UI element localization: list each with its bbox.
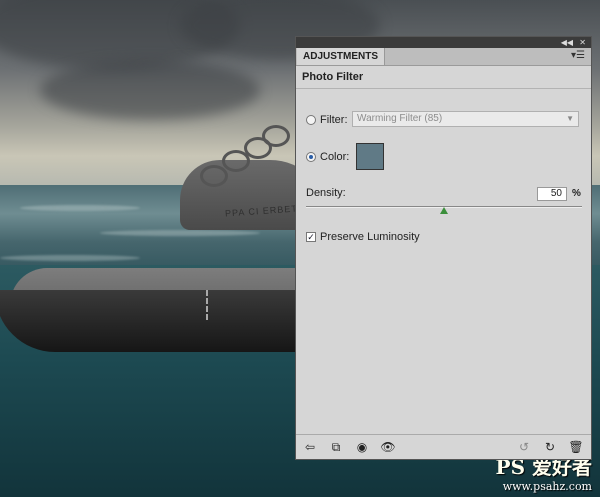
filter-label: Filter: <box>320 114 348 126</box>
wave <box>20 205 140 211</box>
watermark-url: www.psahz.com <box>502 480 592 493</box>
filter-select-value: Warming Filter (85) <box>357 113 443 124</box>
trash-icon[interactable]: 🗑 <box>568 439 584 455</box>
wave <box>0 255 140 261</box>
panel-tab-row: ADJUSTMENTS ▾☰ <box>296 48 591 66</box>
panel-footer: ⇦ ⧉ ◉ 👁 ↺ ↻ 🗑 <box>296 434 591 459</box>
filter-radio[interactable] <box>306 115 316 125</box>
clip-layer-icon[interactable]: ⧉ <box>328 439 344 455</box>
back-arrow-icon[interactable]: ⇦ <box>302 439 318 455</box>
color-label: Color: <box>320 151 350 163</box>
shoe-sole <box>0 290 340 352</box>
reset-icon[interactable]: ↻ <box>542 439 558 455</box>
filter-select[interactable]: Warming Filter (85) ▼ <box>352 111 579 127</box>
density-slider-thumb[interactable] <box>440 207 448 214</box>
panel-title-bar[interactable]: ◀◀ ✕ <box>296 37 591 48</box>
shoelace <box>200 165 228 187</box>
wave <box>100 230 260 236</box>
eye-icon[interactable]: 👁 <box>380 439 396 455</box>
collapse-icon[interactable]: ◀◀ <box>561 37 573 48</box>
panel-menu-icon[interactable]: ▾☰ <box>571 50 585 61</box>
preserve-luminosity-label: Preserve Luminosity <box>320 231 420 243</box>
density-label: Density: <box>306 187 346 199</box>
filter-option[interactable]: Filter: <box>306 114 348 126</box>
color-radio[interactable] <box>306 152 316 162</box>
adjustment-title: Photo Filter <box>296 66 591 89</box>
cloud <box>40 60 260 120</box>
density-unit: % <box>572 188 581 199</box>
chevron-down-icon: ▼ <box>566 114 574 123</box>
close-icon[interactable]: ✕ <box>579 37 586 48</box>
adjustments-panel: ◀◀ ✕ ADJUSTMENTS ▾☰ Photo Filter Filter:… <box>295 36 592 460</box>
shoelace <box>262 125 290 147</box>
density-input[interactable]: 50 <box>537 187 567 201</box>
preserve-luminosity-checkbox[interactable]: ✓ <box>306 232 316 242</box>
visibility-toggle-icon[interactable]: ◉ <box>354 439 370 455</box>
preserve-luminosity-option[interactable]: ✓ Preserve Luminosity <box>306 231 420 243</box>
color-option[interactable]: Color: <box>306 151 349 163</box>
previous-state-icon[interactable]: ↺ <box>516 439 532 455</box>
shoe-stitch <box>206 290 218 320</box>
tab-adjustments[interactable]: ADJUSTMENTS <box>297 48 386 65</box>
color-swatch[interactable] <box>356 143 384 170</box>
